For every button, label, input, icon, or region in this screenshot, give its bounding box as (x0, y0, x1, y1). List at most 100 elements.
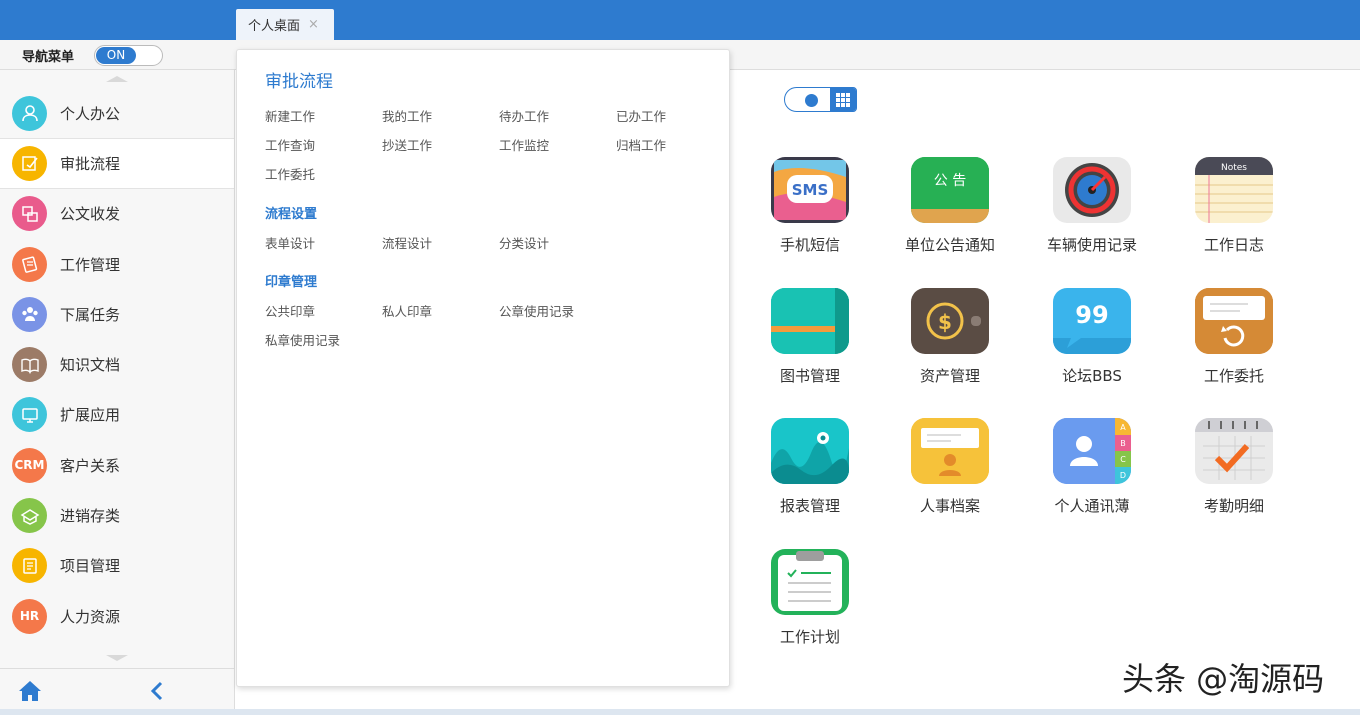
approval-flow-panel: 审批流程 新建工作 我的工作 待办工作 已办工作 工作查询 抄送工作 工作监控 … (236, 49, 730, 687)
link-work-monitor[interactable]: 工作监控 (499, 135, 549, 154)
scroll-down-arrow-icon[interactable] (106, 655, 128, 661)
panel-title: 审批流程 (265, 72, 333, 92)
app-sms[interactable]: SMS 手机短信 (740, 157, 880, 255)
link-public-seal[interactable]: 公共印章 (265, 301, 315, 320)
link-my-work[interactable]: 我的工作 (382, 106, 432, 125)
chevron-left-icon[interactable] (148, 681, 166, 701)
scroll-up-arrow-icon[interactable] (106, 76, 128, 82)
app-contacts[interactable]: ABCD 个人通讯薄 (1022, 418, 1162, 516)
list-view-dot-icon[interactable] (805, 94, 818, 107)
sidebar-item-crm[interactable]: CRM 客户关系 (0, 440, 234, 490)
link-private-seal[interactable]: 私人印章 (382, 301, 432, 320)
sidebar-item-label: 扩展应用 (60, 406, 121, 425)
sidebar-item-hr[interactable]: HR 人力资源 (0, 591, 234, 641)
announcement-icon: 公 告 (911, 157, 989, 223)
view-mode-switch[interactable] (784, 87, 857, 112)
link-form-design[interactable]: 表单设计 (265, 233, 315, 252)
speedometer-icon (1053, 157, 1131, 223)
seal-management-heading: 印章管理 (265, 275, 318, 290)
sms-icon: SMS (771, 157, 849, 223)
app-label: 资产管理 (919, 367, 980, 385)
sidebar-footer (0, 668, 234, 715)
app-attendance[interactable]: 考勤明细 (1164, 418, 1304, 516)
app-asset-management[interactable]: $ 资产管理 (880, 288, 1020, 386)
app-label: 论坛BBS (1062, 367, 1122, 385)
sidebar-item-work-management[interactable]: 工作管理 (0, 239, 234, 289)
sidebar-item-label: 公文收发 (60, 205, 121, 224)
tab-personal-desktop[interactable]: 个人桌面 × (236, 9, 334, 40)
app-label: 工作日志 (1203, 236, 1264, 254)
personnel-file-icon (911, 418, 989, 484)
link-archive-work[interactable]: 归档工作 (616, 135, 666, 154)
app-announcement[interactable]: 公 告 单位公告通知 (880, 157, 1020, 255)
nav-menu-toggle[interactable]: ON (94, 45, 163, 66)
sidebar: 个人办公 审批流程 公文收发 工作管理 下属任务 知识文档 扩展应用 CRM 客… (0, 70, 235, 715)
app-work-delegate[interactable]: 工作委托 (1164, 288, 1304, 386)
sidebar-item-knowledge-docs[interactable]: 知识文档 (0, 339, 234, 389)
inventory-icon (12, 498, 47, 534)
sidebar-item-project-management[interactable]: 项目管理 (0, 541, 234, 591)
app-label: 图书管理 (779, 367, 840, 385)
link-private-seal-records[interactable]: 私章使用记录 (265, 330, 340, 349)
flow-settings-heading: 流程设置 (265, 207, 318, 222)
contacts-icon: ABCD (1053, 418, 1131, 484)
app-label: 单位公告通知 (904, 236, 995, 254)
link-new-work[interactable]: 新建工作 (265, 106, 315, 125)
tab-label: 个人桌面 (248, 19, 301, 34)
app-vehicle-records[interactable]: 车辆使用记录 (1022, 157, 1162, 255)
sidebar-item-label: 个人办公 (60, 104, 121, 123)
svg-text:99: 99 (1075, 301, 1108, 329)
app-personnel-files[interactable]: 人事档案 (880, 418, 1020, 516)
grid-view-icon[interactable] (830, 88, 856, 111)
svg-text:SMS: SMS (792, 181, 829, 199)
sidebar-item-label: 知识文档 (60, 356, 121, 375)
toggle-on-label: ON (96, 47, 136, 64)
book-icon (12, 347, 47, 383)
svg-text:D: D (1120, 471, 1126, 480)
app-label: 手机短信 (779, 236, 840, 254)
svg-text:$: $ (938, 310, 952, 334)
work-icon (12, 246, 47, 282)
svg-text:Notes: Notes (1221, 163, 1247, 173)
sidebar-item-label: 审批流程 (60, 154, 121, 173)
app-label: 人事档案 (919, 497, 980, 515)
link-category-design[interactable]: 分类设计 (499, 233, 549, 252)
app-label: 工作委托 (1203, 367, 1264, 385)
link-work-query[interactable]: 工作查询 (265, 135, 315, 154)
sidebar-item-label: 项目管理 (60, 557, 121, 576)
link-done-work[interactable]: 已办工作 (616, 106, 666, 125)
app-label: 考勤明细 (1203, 497, 1264, 515)
wallet-icon: $ (911, 288, 989, 354)
svg-text:B: B (1120, 439, 1126, 448)
sidebar-item-subordinate-tasks[interactable]: 下属任务 (0, 289, 234, 339)
sidebar-item-approval-flow[interactable]: 审批流程 (0, 138, 234, 189)
link-public-seal-records[interactable]: 公章使用记录 (499, 301, 574, 320)
nav-menu-label: 导航菜单 (22, 50, 75, 65)
plan-checklist-icon (771, 549, 849, 615)
sidebar-item-document-exchange[interactable]: 公文收发 (0, 189, 234, 239)
app-forum-bbs[interactable]: 99 论坛BBS (1022, 288, 1162, 386)
book-management-icon (771, 288, 849, 354)
user-icon (12, 95, 47, 131)
sidebar-item-extensions[interactable]: 扩展应用 (0, 390, 234, 440)
link-pending-work[interactable]: 待办工作 (499, 106, 549, 125)
project-icon (12, 548, 47, 584)
app-label: 车辆使用记录 (1046, 236, 1137, 254)
sidebar-item-personal-office[interactable]: 个人办公 (0, 88, 234, 138)
attendance-icon (1195, 418, 1273, 484)
app-work-plan[interactable]: 工作计划 (740, 549, 880, 647)
notes-icon: Notes (1195, 157, 1273, 223)
link-flow-design[interactable]: 流程设计 (382, 233, 432, 252)
app-report-management[interactable]: 报表管理 (740, 418, 880, 516)
sidebar-item-inventory[interactable]: 进销存类 (0, 490, 234, 540)
sidebar-item-label: 工作管理 (60, 255, 121, 274)
link-cc-work[interactable]: 抄送工作 (382, 135, 432, 154)
app-book-management[interactable]: 图书管理 (740, 288, 880, 386)
app-work-log[interactable]: Notes 工作日志 (1164, 157, 1304, 255)
close-icon[interactable]: × (308, 17, 319, 32)
link-work-delegate[interactable]: 工作委托 (265, 164, 315, 183)
home-icon[interactable] (18, 680, 42, 702)
top-bar (0, 0, 1360, 40)
delegate-icon (1195, 288, 1273, 354)
svg-text:A: A (1120, 423, 1126, 432)
